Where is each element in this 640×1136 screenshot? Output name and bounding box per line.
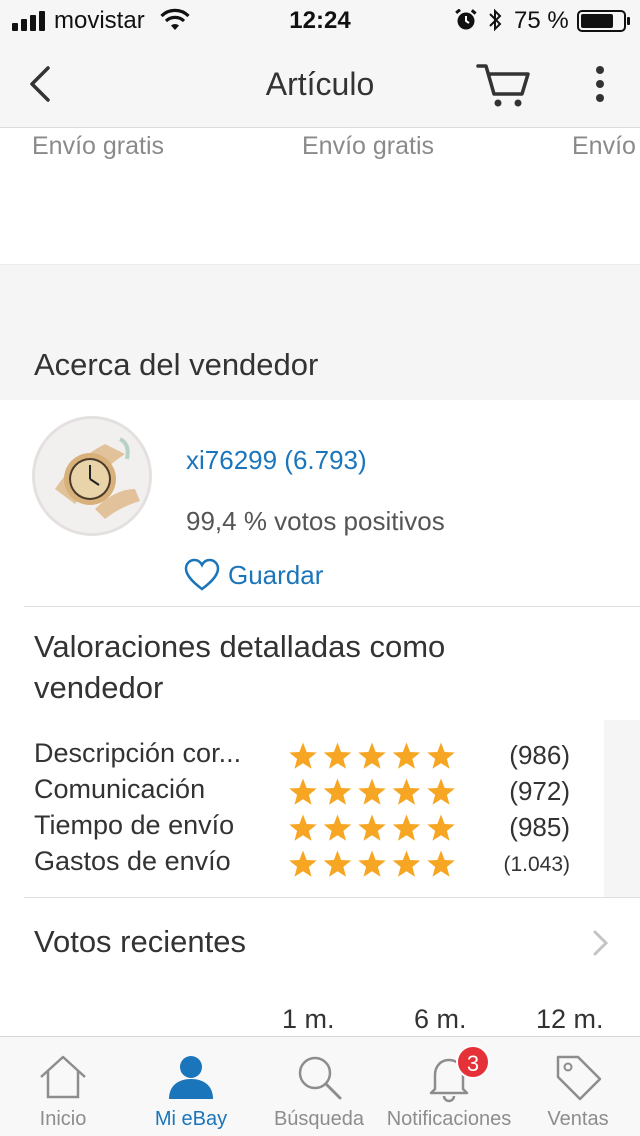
heart-icon: [184, 558, 220, 591]
recent-votes-title: Votos recientes: [34, 924, 246, 959]
rating-count: (1.043): [503, 853, 570, 876]
rating-label: Comunicación: [34, 774, 206, 804]
rating-count: (985): [509, 812, 570, 842]
star-icon: [358, 742, 386, 769]
star-icon: [392, 814, 421, 841]
carrier-name: movistar: [54, 7, 145, 34]
seller-section-title: Acerca del vendedor: [34, 347, 319, 382]
tab-label: Mi eBay: [154, 1108, 228, 1130]
star-icon: [289, 778, 317, 805]
watch-image: [35, 419, 149, 533]
bluetooth-icon: [489, 8, 502, 32]
shipping-label: Envío gratis: [32, 132, 165, 160]
star-rating-icon: [289, 778, 455, 805]
star-icon: [392, 778, 421, 805]
divider: [24, 606, 640, 607]
search-icon: [298, 1056, 342, 1100]
battery-icon: [577, 10, 630, 32]
star-icon: [392, 850, 421, 877]
rating-label: Descripción cor...: [34, 738, 242, 768]
star-rating-icon: [289, 814, 455, 841]
seller-card: xi76299 (6.793) 99,4 % votos positivos G…: [0, 400, 640, 608]
rating-row: Tiempo de envío (985): [0, 810, 604, 846]
section-header: Acerca del vendedor: [0, 264, 640, 400]
tab-label: Inicio: [39, 1108, 87, 1130]
star-icon: [323, 742, 352, 769]
period-header: 12 m.: [536, 1004, 604, 1034]
recent-votes-row[interactable]: Votos recientes: [0, 898, 640, 988]
avatar[interactable]: [32, 416, 152, 536]
chevron-right-icon: [593, 930, 609, 956]
notification-badge: 3: [456, 1045, 490, 1079]
seller-name-link[interactable]: xi76299 (6.793): [186, 445, 367, 476]
star-icon: [323, 814, 352, 841]
save-label: Guardar: [228, 559, 324, 590]
star-icon: [392, 742, 421, 769]
tab-mi-ebay[interactable]: Mi eBay: [126, 1037, 256, 1136]
star-icon: [289, 850, 317, 877]
scroll-gutter: [604, 720, 640, 898]
person-icon: [169, 1056, 213, 1099]
rating-row: Descripción cor... (986): [0, 738, 604, 774]
tab-notificaciones[interactable]: 3 Notificaciones: [382, 1037, 516, 1136]
shipping-label: Envío gratis: [302, 132, 435, 160]
status-bar: movistar 12:24 75 %: [0, 0, 640, 40]
tab-busqueda[interactable]: Búsqueda: [256, 1037, 382, 1136]
rating-label: Gastos de envío: [34, 846, 231, 876]
more-options-icon[interactable]: [586, 64, 614, 104]
star-icon: [358, 850, 386, 877]
similar-items-carousel[interactable]: Envío gratis Envío gratis Envío: [0, 128, 640, 264]
shipping-label: Envío: [572, 132, 636, 160]
star-icon: [427, 778, 455, 805]
tab-bar: Inicio Mi eBay Búsqueda 3 Notificaciones…: [0, 1036, 640, 1136]
tab-label: Búsqueda: [273, 1108, 365, 1130]
alarm-icon: [455, 9, 477, 30]
star-icon: [323, 778, 352, 805]
star-rating-icon: [289, 850, 455, 877]
tab-label: Ventas: [547, 1108, 609, 1130]
tab-inicio[interactable]: Inicio: [0, 1037, 126, 1136]
period-header: 1 m.: [282, 1004, 335, 1034]
cart-icon[interactable]: [476, 60, 532, 110]
tab-label: Notificaciones: [386, 1108, 512, 1130]
rating-label: Tiempo de envío: [34, 810, 235, 840]
star-rating-icon: [289, 742, 455, 769]
star-icon: [289, 742, 317, 769]
star-icon: [427, 850, 455, 877]
tag-icon: [556, 1055, 602, 1101]
wifi-icon: [160, 8, 190, 30]
period-header: 6 m.: [414, 1004, 467, 1034]
star-icon: [427, 742, 455, 769]
nav-bar: Artículo: [0, 40, 640, 128]
signal-icon: [12, 11, 45, 31]
seller-positive-feedback: 99,4 % votos positivos: [186, 506, 445, 536]
tab-ventas[interactable]: Ventas: [516, 1037, 640, 1136]
star-icon: [358, 814, 386, 841]
rating-count: (986): [509, 740, 570, 770]
home-icon: [40, 1055, 86, 1099]
star-icon: [358, 778, 386, 805]
ratings-title: Valoraciones detalladas como vendedor: [34, 629, 446, 705]
page-title: Artículo: [265, 66, 375, 102]
star-icon: [323, 850, 352, 877]
save-seller-button[interactable]: Guardar: [184, 556, 323, 594]
rating-row: Gastos de envío (1.043): [0, 846, 604, 882]
rating-row: Comunicación (972): [0, 774, 604, 810]
battery-percent: 75 %: [514, 7, 569, 34]
star-icon: [289, 814, 317, 841]
rating-count: (972): [509, 776, 570, 806]
star-icon: [427, 814, 455, 841]
